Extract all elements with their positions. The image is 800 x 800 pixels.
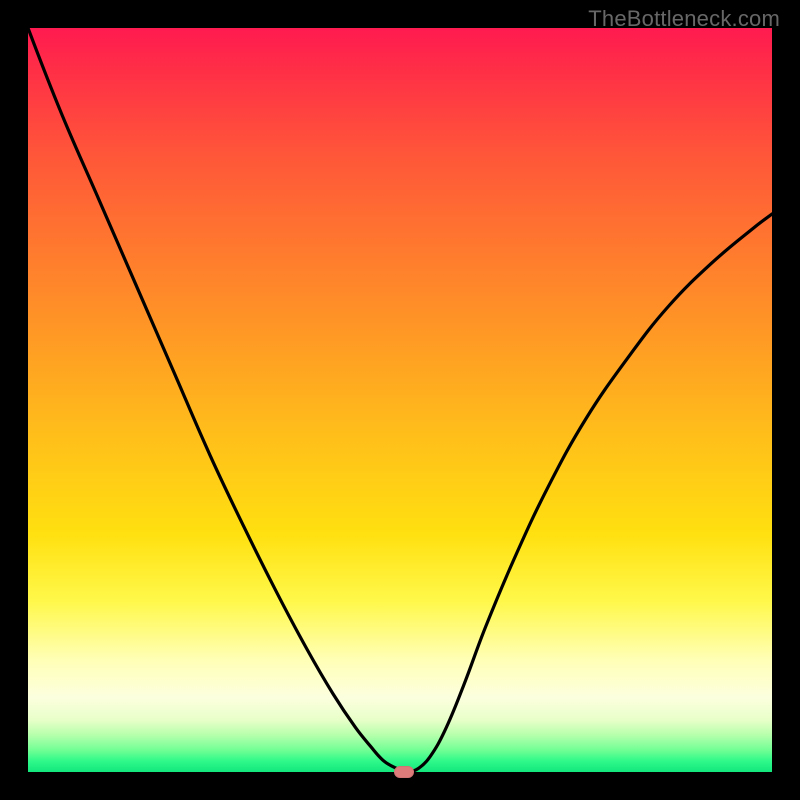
minimum-marker bbox=[394, 766, 414, 778]
chart-frame: TheBottleneck.com bbox=[0, 0, 800, 800]
bottleneck-curve bbox=[28, 28, 772, 772]
plot-area bbox=[28, 28, 772, 772]
curve-svg bbox=[28, 28, 772, 772]
